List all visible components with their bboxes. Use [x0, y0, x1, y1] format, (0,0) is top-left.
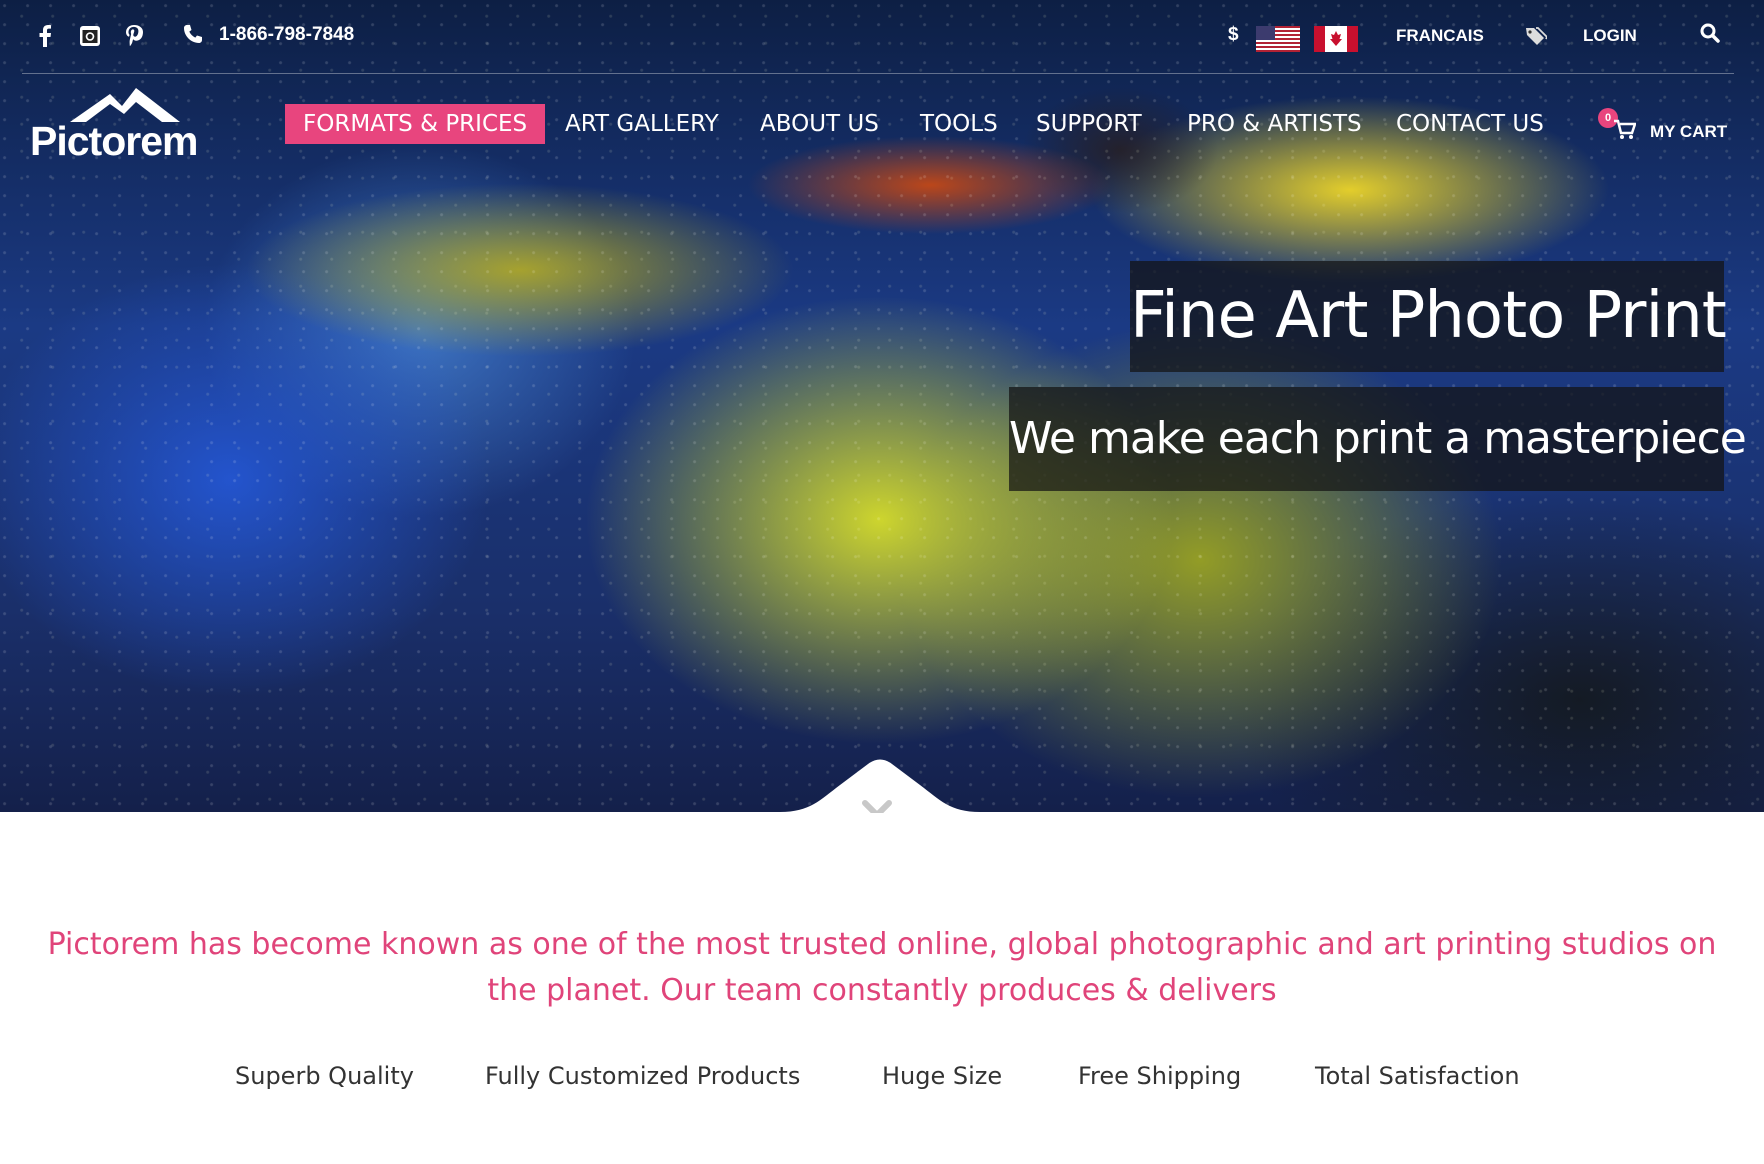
feature-customized-products: Fully Customized Products [485, 1062, 801, 1090]
phone-number[interactable]: 1-866-798-7848 [219, 24, 354, 46]
top-bar: 1-866-798-7848 $ FRANCAIS LOGIN [0, 0, 1764, 74]
phone-icon [183, 24, 203, 49]
nav-tools[interactable]: TOOLS [920, 104, 998, 144]
cart-icon [1614, 119, 1636, 139]
nav-contact-us[interactable]: CONTACT US [1396, 104, 1544, 144]
feature-huge-size: Huge Size [882, 1062, 1003, 1090]
feature-free-shipping: Free Shipping [1078, 1062, 1242, 1090]
feature-superb-quality: Superb Quality [235, 1062, 414, 1090]
cart-label: MY CART [1650, 122, 1728, 141]
feature-total-satisfaction: Total Satisfaction [1315, 1062, 1520, 1090]
nav-about-us[interactable]: ABOUT US [760, 104, 879, 144]
us-flag-icon[interactable] [1256, 26, 1300, 52]
facebook-icon[interactable] [34, 22, 56, 50]
canada-flag-icon[interactable] [1314, 26, 1358, 52]
hero-title: Fine Art Photo Print [1130, 261, 1727, 372]
intro-text: Pictorem has become known as one of the … [47, 927, 1717, 1008]
instagram-icon[interactable] [78, 22, 102, 50]
pictorem-logo[interactable]: Pictorem [30, 88, 210, 164]
language-link[interactable]: FRANCAIS [1396, 26, 1484, 46]
cart-button[interactable]: 0 MY CART [1598, 108, 1758, 148]
features-list: Superb Quality Fully Customized Products… [0, 1062, 1764, 1106]
logo-text: Pictorem [30, 118, 198, 164]
pinterest-icon[interactable] [123, 22, 145, 50]
tag-icon[interactable] [1525, 26, 1549, 51]
hero-banner: 1-866-798-7848 $ FRANCAIS LOGIN Pictorem… [0, 0, 1764, 813]
chevron-down-icon[interactable] [861, 799, 893, 813]
mountain-logo-icon [70, 88, 180, 122]
nav-pro-artists[interactable]: PRO & ARTISTS [1187, 104, 1362, 144]
nav-formats-prices[interactable]: FORMATS & PRICES [285, 104, 546, 144]
search-icon[interactable] [1699, 22, 1721, 49]
login-link[interactable]: LOGIN [1583, 26, 1637, 46]
nav-support[interactable]: SUPPORT [1036, 104, 1142, 144]
hero-subtitle: We make each print a masterpiece [1009, 387, 1747, 491]
currency-symbol: $ [1228, 24, 1239, 45]
topbar-divider [22, 73, 1734, 74]
nav-art-gallery[interactable]: ART GALLERY [565, 104, 719, 144]
